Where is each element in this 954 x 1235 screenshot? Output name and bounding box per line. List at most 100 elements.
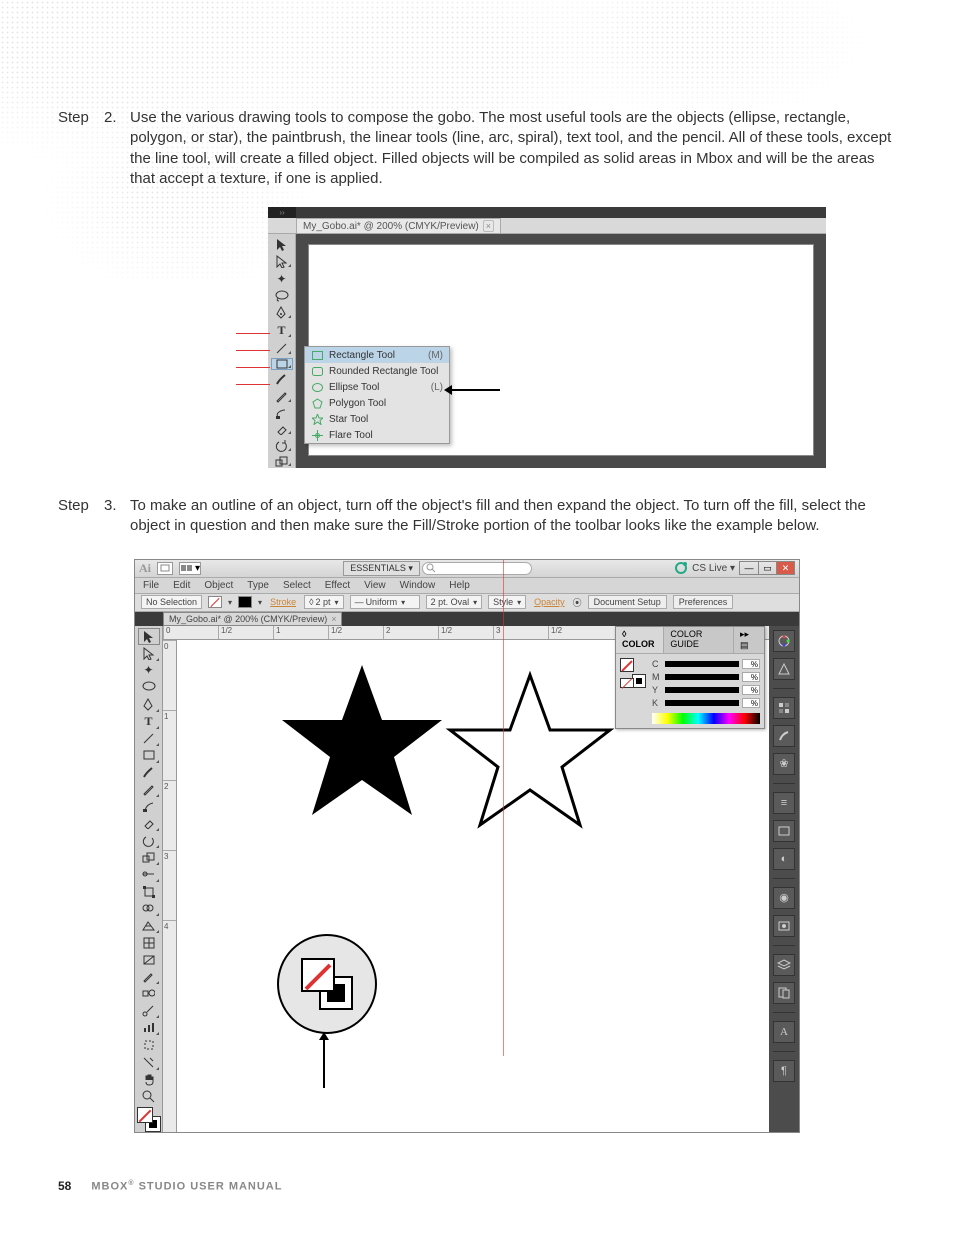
scale-tool-icon[interactable] — [138, 849, 160, 866]
color-guide-tab[interactable]: COLOR GUIDE — [664, 627, 734, 653]
flyout-flare-tool[interactable]: Flare Tool — [305, 427, 449, 443]
flyout-polygon-tool[interactable]: Polygon Tool — [305, 395, 449, 411]
brush-select[interactable]: 2 pt. Oval — [426, 595, 483, 609]
color-panel-icon[interactable] — [773, 630, 795, 652]
menu-file[interactable]: File — [143, 580, 159, 591]
eraser-tool-icon[interactable] — [138, 815, 160, 832]
direct-selection-tool-icon[interactable] — [138, 645, 160, 662]
line-tool-icon[interactable] — [271, 341, 293, 356]
preferences-button[interactable]: Preferences — [673, 595, 734, 609]
spectrum-bar[interactable] — [652, 713, 760, 724]
stroke-panel-icon[interactable]: ≡ — [773, 792, 795, 814]
graphic-styles-panel-icon[interactable] — [773, 915, 795, 937]
blob-brush-tool-icon[interactable] — [271, 406, 293, 421]
slice-tool-icon[interactable] — [138, 1053, 160, 1070]
color-guide-panel-icon[interactable] — [773, 658, 795, 680]
rotate-tool-icon[interactable] — [138, 832, 160, 849]
profile-select[interactable]: — Uniform — [350, 595, 420, 609]
zoom-tool-icon[interactable] — [138, 1088, 160, 1105]
layers-panel-icon[interactable] — [773, 954, 795, 976]
mesh-tool-icon[interactable] — [138, 934, 160, 951]
brushes-panel-icon[interactable] — [773, 725, 795, 747]
artboard-tool-icon[interactable] — [138, 1036, 160, 1053]
paintbrush-tool-icon[interactable] — [271, 372, 293, 387]
gradient-panel-icon[interactable] — [773, 820, 795, 842]
selection-tool-icon[interactable] — [271, 237, 293, 252]
symbol-sprayer-tool-icon[interactable] — [138, 1002, 160, 1019]
stroke-swatch[interactable] — [238, 596, 252, 608]
direct-selection-tool-icon[interactable] — [271, 254, 293, 269]
m-slider[interactable] — [665, 674, 739, 680]
flyout-rectangle-tool[interactable]: Rectangle Tool (M) — [305, 347, 449, 363]
character-panel-icon[interactable]: A — [773, 1021, 795, 1043]
opacity-link[interactable]: Opacity — [532, 597, 567, 607]
graph-tool-icon[interactable] — [138, 1019, 160, 1036]
transparency-panel-icon[interactable]: ◐ — [773, 848, 795, 870]
magic-wand-tool-icon[interactable]: ✦ — [271, 271, 293, 287]
scale-tool-icon[interactable] — [271, 455, 293, 468]
rectangle-tool-icon[interactable] — [271, 358, 293, 370]
stroke-weight[interactable]: ◊ 2 pt — [304, 595, 343, 609]
appearance-panel-icon[interactable]: ◉ — [773, 887, 795, 909]
hand-tool-icon[interactable] — [138, 1071, 160, 1088]
selection-tool-icon[interactable] — [138, 628, 160, 645]
bridge-icon[interactable] — [157, 562, 173, 575]
flyout-rounded-rectangle-tool[interactable]: Rounded Rectangle Tool — [305, 363, 449, 379]
shape-builder-tool-icon[interactable] — [138, 900, 160, 917]
y-slider[interactable] — [665, 687, 739, 693]
menu-effect[interactable]: Effect — [325, 580, 350, 591]
rectangle-tool-icon[interactable] — [138, 747, 160, 764]
pen-tool-icon[interactable] — [138, 696, 160, 713]
swatches-panel-icon[interactable] — [773, 697, 795, 719]
lasso-tool-icon[interactable] — [271, 289, 293, 303]
stroke-link[interactable]: Stroke — [268, 597, 298, 607]
magic-wand-tool-icon[interactable]: ✦ — [138, 662, 160, 679]
style-select[interactable]: Style — [488, 595, 526, 609]
rotate-tool-icon[interactable] — [271, 438, 293, 453]
menu-help[interactable]: Help — [449, 580, 470, 591]
minimize-button[interactable]: — — [740, 562, 758, 574]
fill-swatch[interactable] — [208, 596, 222, 608]
type-tool-icon[interactable]: T — [138, 713, 160, 730]
k-slider[interactable] — [665, 700, 739, 706]
close-icon[interactable]: × — [331, 614, 336, 624]
artboards-panel-icon[interactable] — [773, 982, 795, 1004]
eyedropper-tool-icon[interactable] — [138, 968, 160, 985]
type-tool-icon[interactable]: T — [271, 322, 293, 339]
document-tab[interactable]: My_Gobo.ai* @ 200% (CMYK/Preview) × — [296, 218, 501, 233]
free-transform-tool-icon[interactable] — [138, 883, 160, 900]
menu-type[interactable]: Type — [247, 580, 269, 591]
pen-tool-icon[interactable] — [271, 305, 293, 320]
c-slider[interactable] — [665, 661, 739, 667]
gradient-tool-icon[interactable] — [138, 951, 160, 968]
maximize-button[interactable]: ▭ — [758, 562, 776, 574]
menu-select[interactable]: Select — [283, 580, 311, 591]
eraser-tool-icon[interactable] — [271, 423, 293, 436]
pencil-tool-icon[interactable] — [271, 389, 293, 404]
menu-view[interactable]: View — [364, 580, 386, 591]
perspective-tool-icon[interactable] — [138, 917, 160, 934]
document-setup-button[interactable]: Document Setup — [588, 595, 667, 609]
menu-object[interactable]: Object — [204, 580, 233, 591]
color-tab[interactable]: ◊ COLOR — [616, 627, 664, 653]
cs-live-label[interactable]: CS Live ▾ — [692, 563, 735, 574]
lasso-tool-icon[interactable] — [138, 679, 160, 696]
symbols-panel-icon[interactable]: ❀ — [773, 753, 795, 775]
arrange-icon[interactable]: ▾ — [179, 562, 201, 575]
blob-brush-tool-icon[interactable] — [138, 798, 160, 815]
menu-edit[interactable]: Edit — [173, 580, 190, 591]
fill-stroke-control[interactable] — [137, 1107, 161, 1132]
line-tool-icon[interactable] — [138, 730, 160, 747]
align-icon[interactable]: ⦿ — [573, 596, 582, 609]
search-field[interactable] — [422, 562, 532, 575]
panel-fill-stroke[interactable] — [620, 658, 646, 688]
close-button[interactable]: ✕ — [776, 562, 794, 574]
paintbrush-tool-icon[interactable] — [138, 764, 160, 781]
document-tab[interactable]: My_Gobo.ai* @ 200% (CMYK/Preview) × — [163, 612, 342, 626]
flyout-star-tool[interactable]: Star Tool — [305, 411, 449, 427]
blend-tool-icon[interactable] — [138, 985, 160, 1002]
panel-menu-icon[interactable]: ▸▸ ▤ — [734, 627, 764, 653]
width-tool-icon[interactable] — [138, 866, 160, 883]
pencil-tool-icon[interactable] — [138, 781, 160, 798]
close-icon[interactable]: × — [483, 220, 494, 232]
